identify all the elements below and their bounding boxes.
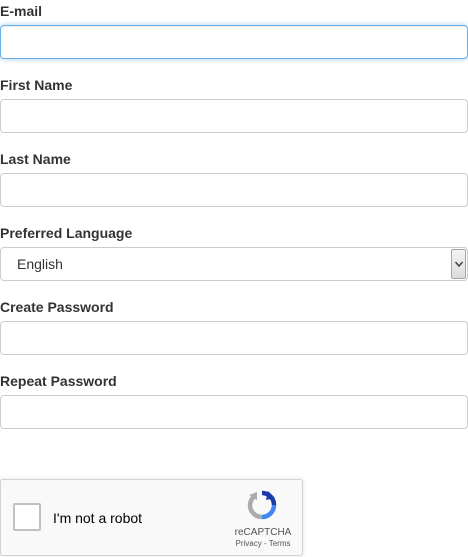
recaptcha-privacy-link[interactable]: Privacy <box>236 539 262 548</box>
recaptcha-links: Privacy - Terms <box>223 539 303 549</box>
create-password-label: Create Password <box>0 299 114 315</box>
recaptcha-logo-icon <box>247 490 277 520</box>
email-field[interactable] <box>0 25 468 59</box>
last-name-field[interactable] <box>0 173 468 207</box>
language-select-value: English <box>17 256 63 272</box>
repeat-password-field[interactable] <box>0 395 468 429</box>
first-name-label: First Name <box>0 77 73 93</box>
email-label: E-mail <box>0 3 43 19</box>
first-name-field[interactable] <box>0 99 468 133</box>
recaptcha-terms-link[interactable]: Terms <box>269 539 291 548</box>
recaptcha-label: I'm not a robot <box>53 510 143 526</box>
last-name-label: Last Name <box>0 151 71 167</box>
recaptcha-brand: reCAPTCHA <box>234 527 292 538</box>
recaptcha-widget: I'm not a robot reCAPTCHA Privacy - Term… <box>0 479 303 556</box>
language-label: Preferred Language <box>0 225 133 241</box>
chevron-down-icon <box>455 261 463 267</box>
recaptcha-checkbox[interactable] <box>13 503 41 531</box>
language-select-arrow-button[interactable] <box>451 249 466 279</box>
recaptcha-link-separator: - <box>261 539 269 548</box>
repeat-password-label: Repeat Password <box>0 373 117 389</box>
language-select[interactable]: English <box>0 247 468 281</box>
create-password-field[interactable] <box>0 321 468 355</box>
